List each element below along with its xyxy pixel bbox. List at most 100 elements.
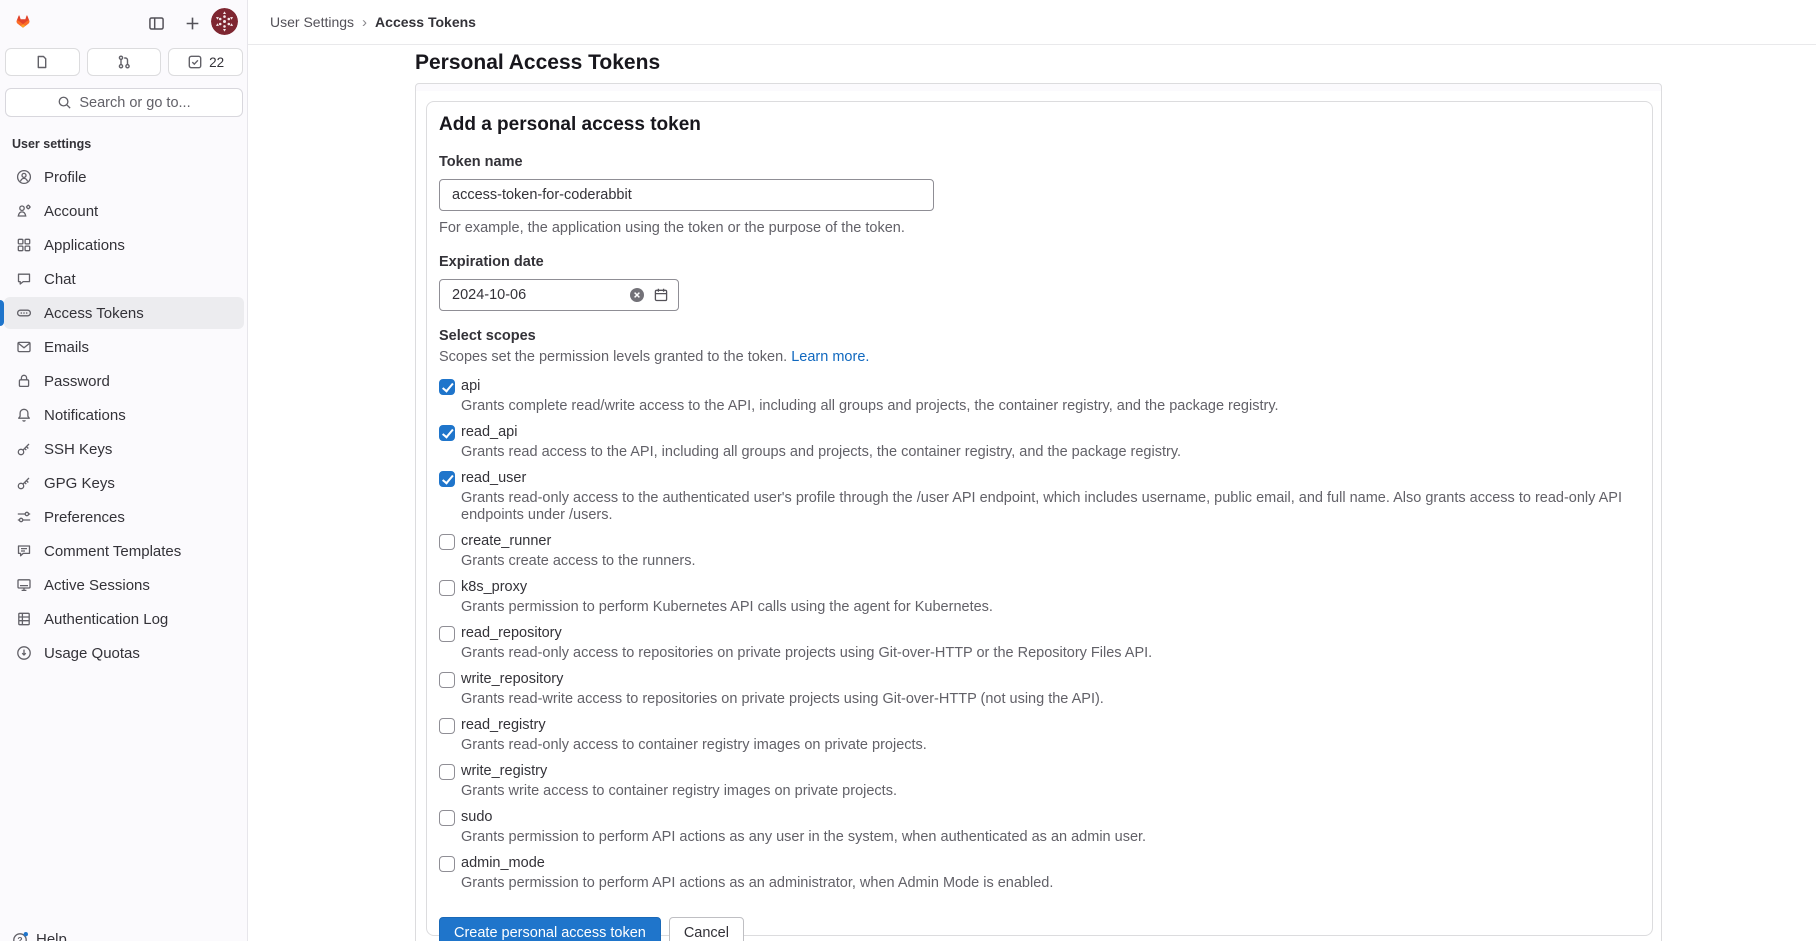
scope-name: sudo — [461, 809, 492, 826]
scope-description: Grants permission to perform API actions… — [461, 875, 1640, 892]
scope-name: admin_mode — [461, 855, 545, 872]
learn-more-link[interactable]: Learn more. — [791, 349, 869, 365]
token-name-input[interactable] — [439, 179, 934, 211]
select-scopes-label: Select scopes — [439, 328, 1640, 344]
sidebar-item-ssh-keys[interactable]: SSH Keys — [4, 433, 244, 465]
scope-name: api — [461, 378, 480, 395]
scope-description: Grants permission to perform API actions… — [461, 829, 1640, 846]
todo-check-icon — [187, 54, 203, 70]
scope-checkbox-create-runner[interactable] — [439, 534, 455, 550]
gitlab-logo-icon[interactable] — [10, 9, 36, 34]
scope-name: read_user — [461, 470, 526, 487]
sidebar-item-label: Profile — [44, 169, 87, 186]
sidebar-item-password[interactable]: Password — [4, 365, 244, 397]
scope-name: write_registry — [461, 763, 547, 780]
scope-checkbox-write-registry[interactable] — [439, 764, 455, 780]
sidebar-item-profile[interactable]: Profile — [4, 161, 244, 193]
calendar-icon[interactable] — [653, 287, 669, 303]
todos-count-button[interactable]: 22 — [168, 48, 243, 76]
help-icon: ? — [12, 931, 29, 941]
sidebar-counts: 22 — [5, 48, 243, 76]
add-token-card: Add a personal access token Token name F… — [426, 101, 1653, 936]
scope-row-read-user: read_user Grants read-only access to the… — [439, 470, 1640, 524]
scope-checkbox-read-user[interactable] — [439, 471, 455, 487]
svg-text:?: ? — [17, 935, 22, 941]
scope-row-read-api: read_api Grants read access to the API, … — [439, 424, 1640, 461]
expiration-date-input[interactable]: 2024-10-06 — [439, 279, 679, 311]
scope-checkbox-admin-mode[interactable] — [439, 856, 455, 872]
applications-icon — [16, 237, 32, 253]
sidebar-item-label: Preferences — [44, 509, 125, 526]
authentication-log-icon — [16, 611, 32, 627]
issues-count-button[interactable] — [5, 48, 80, 76]
breadcrumb-separator: › — [362, 14, 367, 31]
key-icon — [16, 441, 32, 457]
scope-description: Grants read-write access to repositories… — [461, 691, 1640, 708]
scope-row-sudo: sudo Grants permission to perform API ac… — [439, 809, 1640, 846]
scope-checkbox-read-repository[interactable] — [439, 626, 455, 642]
sidebar-item-comment-templates[interactable]: Comment Templates — [4, 535, 244, 567]
gitlab-settings-page: 22 Search or go to... User settings Prof… — [0, 0, 1816, 941]
notifications-icon — [16, 407, 32, 423]
sidebar-item-account[interactable]: Account — [4, 195, 244, 227]
sidebar-item-label: Notifications — [44, 407, 126, 424]
scopes-description: Scopes set the permission levels granted… — [439, 348, 1640, 366]
sidebar-item-label: Emails — [44, 339, 89, 356]
sidebar-item-chat[interactable]: Chat — [4, 263, 244, 295]
sidebar-item-gpg-keys[interactable]: GPG Keys — [4, 467, 244, 499]
scope-row-write-registry: write_registry Grants write access to co… — [439, 763, 1640, 800]
scope-checkbox-k8s-proxy[interactable] — [439, 580, 455, 596]
user-avatar[interactable] — [211, 8, 238, 35]
search-placeholder: Search or go to... — [79, 95, 190, 111]
sidebar-item-label: Account — [44, 203, 98, 220]
sidebar-item-label: SSH Keys — [44, 441, 112, 458]
scope-checkbox-sudo[interactable] — [439, 810, 455, 826]
scope-list: api Grants complete read/write access to… — [439, 378, 1640, 892]
sidebar-nav: Profile Account Applications Chat Access… — [4, 161, 244, 671]
merge-request-icon — [116, 54, 132, 70]
sidebar-item-usage-quotas[interactable]: Usage Quotas — [4, 637, 244, 669]
create-token-button[interactable]: Create personal access token — [439, 917, 661, 941]
scope-checkbox-write-repository[interactable] — [439, 672, 455, 688]
breadcrumb: User Settings › Access Tokens — [270, 0, 476, 44]
card-title: Add a personal access token — [439, 113, 1640, 137]
todos-count: 22 — [209, 55, 224, 70]
scope-description: Grants complete read/write access to the… — [461, 398, 1640, 415]
scope-name: create_runner — [461, 533, 551, 550]
access-tokens-icon — [16, 305, 32, 321]
clear-date-icon[interactable] — [629, 287, 645, 303]
search-icon — [57, 95, 72, 110]
topbar: User Settings › Access Tokens — [248, 0, 1816, 45]
profile-icon — [16, 169, 32, 185]
sidebar-toggle-icon[interactable] — [145, 12, 167, 34]
chat-icon — [16, 271, 32, 287]
scope-checkbox-read-registry[interactable] — [439, 718, 455, 734]
sidebar-item-access-tokens[interactable]: Access Tokens — [4, 297, 244, 329]
merge-requests-count-button[interactable] — [87, 48, 162, 76]
form-actions: Create personal access token Cancel — [439, 917, 1640, 941]
scope-description: Grants write access to container registr… — [461, 783, 1640, 800]
cancel-button[interactable]: Cancel — [669, 917, 744, 941]
breadcrumb-user-settings[interactable]: User Settings — [270, 14, 354, 30]
sidebar-item-emails[interactable]: Emails — [4, 331, 244, 363]
usage-quotas-icon — [16, 645, 32, 661]
create-new-plus-icon[interactable] — [181, 12, 203, 34]
scope-row-k8s-proxy: k8s_proxy Grants permission to perform K… — [439, 579, 1640, 616]
sidebar-item-applications[interactable]: Applications — [4, 229, 244, 261]
help-menu[interactable]: ? Help — [12, 931, 67, 941]
token-name-help: For example, the application using the t… — [439, 219, 1640, 237]
sidebar-item-label: Comment Templates — [44, 543, 181, 560]
sidebar-section-label: User settings — [12, 137, 91, 151]
scope-name: write_repository — [461, 671, 563, 688]
scope-checkbox-api[interactable] — [439, 379, 455, 395]
search-box[interactable]: Search or go to... — [5, 88, 243, 117]
scope-description: Grants read-only access to the authentic… — [461, 490, 1640, 524]
sidebar-item-notifications[interactable]: Notifications — [4, 399, 244, 431]
sidebar-item-preferences[interactable]: Preferences — [4, 501, 244, 533]
sidebar-item-authentication-log[interactable]: Authentication Log — [4, 603, 244, 635]
scope-checkbox-read-api[interactable] — [439, 425, 455, 441]
sidebar-item-label: Chat — [44, 271, 76, 288]
sidebar-item-active-sessions[interactable]: Active Sessions — [4, 569, 244, 601]
emails-icon — [16, 339, 32, 355]
scope-row-write-repository: write_repository Grants read-write acces… — [439, 671, 1640, 708]
